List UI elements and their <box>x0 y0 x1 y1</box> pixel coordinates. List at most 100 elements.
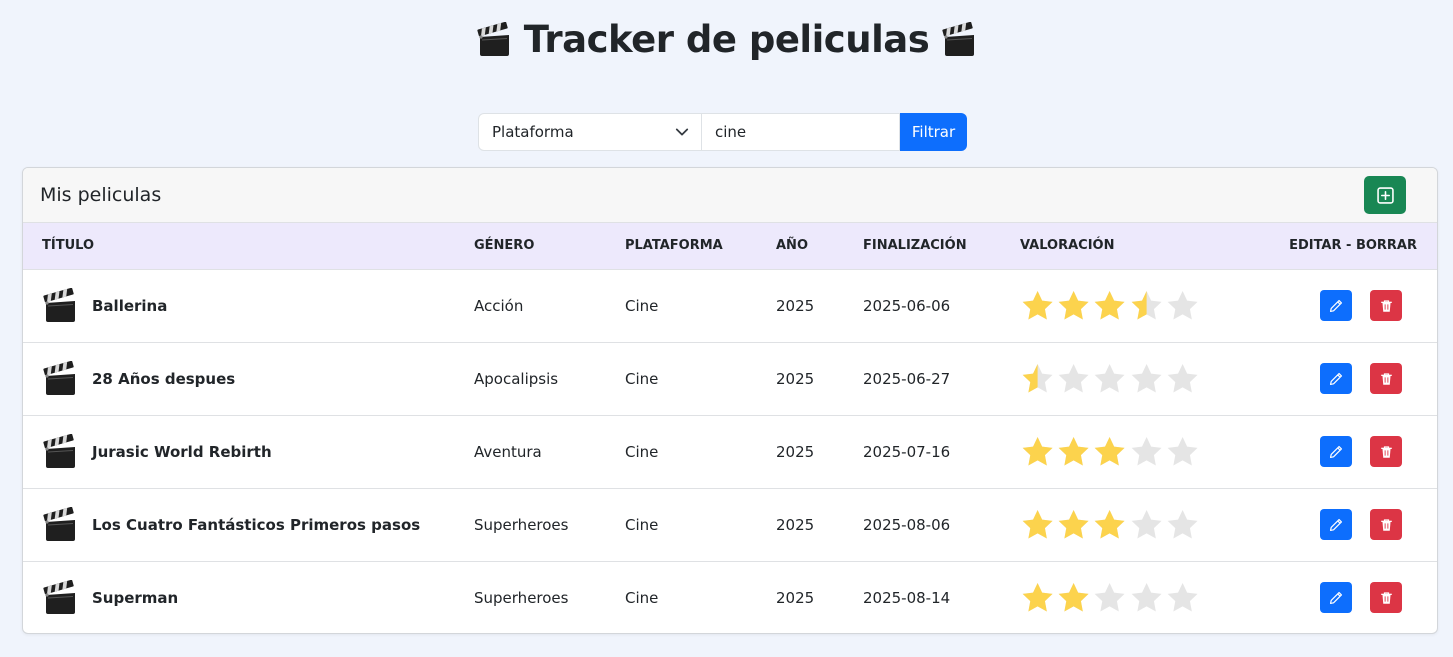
cell-finished: 2025-08-06 <box>863 515 951 534</box>
cell-platform: Cine <box>625 515 659 534</box>
add-movie-button[interactable] <box>1364 176 1406 214</box>
cell-rating <box>1020 269 1200 342</box>
cell-year: 2025 <box>776 369 815 388</box>
filter-bar: Plataforma Filtrar <box>478 113 967 151</box>
edit-button[interactable] <box>1320 509 1352 540</box>
delete-button[interactable] <box>1370 290 1402 321</box>
cell-actions <box>1200 561 1437 633</box>
star-icon <box>1020 507 1055 543</box>
movie-title: Jurasic World Rebirth <box>92 442 272 461</box>
trash-icon <box>1380 372 1392 385</box>
cell-title: Ballerina <box>23 269 474 342</box>
star-icon <box>1020 288 1055 324</box>
star-icon <box>1129 434 1164 470</box>
clapperboard-icon <box>42 434 78 470</box>
column-header-finished: FINALIZACIÓN <box>863 223 1020 270</box>
cell-genre: Superheroes <box>474 588 569 607</box>
star-rating <box>1020 580 1200 616</box>
cell-actions <box>1200 269 1437 342</box>
column-header-platform: PLATAFORMA <box>625 223 776 270</box>
cell-finished: 2025-06-06 <box>863 296 951 315</box>
delete-button[interactable] <box>1370 363 1402 394</box>
page-title: Tracker de peliculas <box>0 18 1453 61</box>
platform-select[interactable]: Plataforma <box>478 113 702 151</box>
page-title-text: Tracker de peliculas <box>523 18 930 61</box>
cell-genre: Superheroes <box>474 515 569 534</box>
cell-platform: Cine <box>625 369 659 388</box>
table-row: Jurasic World Rebirth Aventura Cine 2025… <box>23 415 1437 488</box>
star-icon <box>1092 361 1127 397</box>
cell-rating <box>1020 488 1200 561</box>
trash-icon <box>1380 299 1392 312</box>
cell-title: Los Cuatro Fantásticos Primeros pasos <box>23 488 474 561</box>
cell-genre: Acción <box>474 296 524 315</box>
star-rating <box>1020 288 1200 324</box>
edit-button[interactable] <box>1320 436 1352 467</box>
star-icon <box>1092 580 1127 616</box>
cell-finished: 2025-08-14 <box>863 588 951 607</box>
star-rating <box>1020 507 1200 543</box>
star-icon <box>1129 361 1164 397</box>
movie-title: Superman <box>92 588 179 607</box>
star-icon <box>1056 288 1091 324</box>
star-icon <box>1092 288 1127 324</box>
cell-year: 2025 <box>776 515 815 534</box>
table-header-row: TÍTULO GÉNERO PLATAFORMA AÑO FINALIZACIÓ… <box>23 223 1437 270</box>
search-input[interactable] <box>702 113 900 151</box>
cell-actions <box>1200 415 1437 488</box>
column-header-title: TÍTULO <box>23 223 474 270</box>
clapperboard-icon <box>42 288 78 324</box>
cell-genre: Aventura <box>474 442 542 461</box>
star-icon <box>1020 361 1055 397</box>
delete-button[interactable] <box>1370 509 1402 540</box>
trash-icon <box>1380 592 1392 604</box>
cell-rating <box>1020 342 1200 415</box>
movies-table: TÍTULO GÉNERO PLATAFORMA AÑO FINALIZACIÓ… <box>23 223 1437 634</box>
clapperboard-icon <box>42 580 78 616</box>
cell-actions <box>1200 488 1437 561</box>
delete-button[interactable] <box>1370 436 1402 467</box>
star-icon <box>1092 434 1127 470</box>
cell-platform: Cine <box>625 442 659 461</box>
star-icon <box>1092 507 1127 543</box>
movie-title: 28 Años despues <box>92 369 236 388</box>
pencil-icon <box>1329 445 1343 458</box>
cell-title: 28 Años despues <box>23 342 474 415</box>
platform-select-value: Plataforma <box>492 123 574 141</box>
cell-genre: Apocalipsis <box>474 369 559 388</box>
star-icon <box>1056 434 1091 470</box>
pencil-icon <box>1329 372 1343 385</box>
cell-rating <box>1020 561 1200 634</box>
edit-button[interactable] <box>1320 363 1352 394</box>
cell-year: 2025 <box>776 588 815 607</box>
table-row: Ballerina Acción Cine 2025 2025-06-06 <box>23 269 1437 342</box>
table-row: 28 Años despues Apocalipsis Cine 2025 20… <box>23 342 1437 415</box>
star-rating <box>1020 434 1200 470</box>
chevron-down-icon <box>675 128 689 136</box>
edit-button[interactable] <box>1320 290 1352 321</box>
cell-actions <box>1200 342 1437 415</box>
star-icon <box>1129 580 1164 616</box>
movies-card: Mis peliculas TÍTULO GÉNERO PLATAFORMA A… <box>22 167 1438 634</box>
star-icon <box>1020 580 1055 616</box>
star-icon <box>1056 507 1091 543</box>
clapperboard-icon <box>42 507 78 543</box>
star-icon <box>1056 580 1091 616</box>
table-row: Superman Superheroes Cine 2025 2025-08-1… <box>23 561 1437 634</box>
cell-platform: Cine <box>625 588 659 607</box>
delete-button[interactable] <box>1370 582 1402 614</box>
star-icon <box>1020 434 1055 470</box>
star-icon <box>1165 507 1200 543</box>
star-icon <box>1165 288 1200 324</box>
movie-title: Los Cuatro Fantásticos Primeros pasos <box>92 515 421 534</box>
plus-square-icon <box>1376 186 1394 204</box>
cell-title: Jurasic World Rebirth <box>23 415 474 488</box>
pencil-icon <box>1329 518 1343 531</box>
clapperboard-icon <box>42 361 78 397</box>
cell-year: 2025 <box>776 442 815 461</box>
card-title: Mis peliculas <box>40 184 162 206</box>
star-rating <box>1020 361 1200 397</box>
edit-button[interactable] <box>1320 582 1352 614</box>
clapperboard-icon <box>941 22 977 58</box>
filter-button[interactable]: Filtrar <box>900 113 967 151</box>
